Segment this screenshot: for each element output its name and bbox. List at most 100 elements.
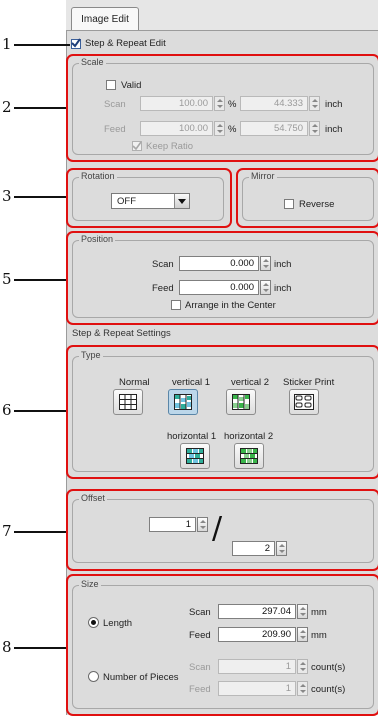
size-length-feed-field[interactable]: 209.90 [218, 627, 296, 642]
scale-scan-inch-spinner[interactable] [309, 96, 320, 111]
type-normal-label: Normal [119, 377, 150, 388]
scale-title: Scale [79, 57, 106, 67]
type-vertical1-label: vertical 1 [172, 377, 211, 388]
callout-7-leader [14, 531, 66, 533]
type-horizontal2-button[interactable] [234, 443, 264, 469]
offset-value2-spinner[interactable] [276, 541, 287, 556]
check-icon [132, 141, 142, 151]
position-title: Position [79, 234, 116, 244]
check-icon [71, 38, 81, 48]
offset-group [72, 499, 374, 563]
position-scan-spinner[interactable] [260, 256, 271, 271]
position-feed-label: Feed [152, 283, 174, 294]
size-pieces-feed-label: Feed [189, 684, 211, 695]
size-length-scan-spinner[interactable] [297, 604, 308, 619]
arrange-center-label: Arrange in the Center [185, 300, 276, 311]
keep-ratio-checkbox[interactable] [132, 141, 142, 151]
offset-divider: / [212, 511, 223, 546]
offset-value1-spinner[interactable] [197, 517, 208, 532]
callout-3: 3 [2, 187, 12, 205]
position-scan-unit: inch [274, 259, 292, 270]
type-sticker-print-button[interactable] [289, 389, 319, 415]
type-vertical2-button[interactable] [226, 389, 256, 415]
callout-7: 7 [2, 522, 12, 540]
scale-feed-inch-spinner[interactable] [309, 121, 320, 136]
keep-ratio-label: Keep Ratio [146, 141, 194, 152]
callout-5-leader [14, 279, 66, 281]
size-length-label: Length [103, 618, 133, 629]
size-length-scan-field[interactable]: 297.04 [218, 604, 296, 619]
grid-horizontal1-icon [186, 448, 204, 464]
size-number-of-pieces-label: Number of Pieces [103, 672, 179, 683]
callout-2: 2 [2, 98, 12, 116]
size-pieces-scan-spinner[interactable] [297, 659, 308, 674]
scale-feed-inch-field[interactable]: 54.750 [240, 121, 308, 136]
scale-feed-inch-unit: inch [325, 124, 343, 135]
size-length-feed-label: Feed [189, 630, 211, 641]
tab-image-edit[interactable]: Image Edit [71, 7, 139, 30]
sticker-print-icon [294, 394, 314, 410]
callout-6: 6 [2, 401, 12, 419]
type-title: Type [79, 350, 103, 360]
size-pieces-scan-unit: count(s) [311, 662, 346, 673]
size-pieces-feed-unit: count(s) [311, 684, 346, 695]
callout-3-leader [14, 196, 66, 198]
scale-scan-label: Scan [104, 99, 126, 110]
rotation-value: OFF [117, 196, 136, 207]
scale-feed-percent-spinner[interactable] [214, 121, 225, 136]
type-normal-button[interactable] [113, 389, 143, 415]
rotation-select[interactable]: OFF [111, 193, 190, 209]
size-length-feed-spinner[interactable] [297, 627, 308, 642]
grid-vertical2-icon [232, 394, 250, 410]
type-horizontal1-label: horizontal 1 [167, 431, 217, 442]
offset-value2-field[interactable]: 2 [232, 541, 275, 556]
size-length-radio[interactable] [88, 617, 99, 628]
grid-horizontal2-icon [240, 448, 258, 464]
callout-8: 8 [2, 638, 12, 656]
chevron-down-icon[interactable] [174, 194, 189, 208]
offset-title: Offset [79, 493, 107, 503]
callout-2-leader [14, 107, 66, 109]
position-feed-spinner[interactable] [260, 280, 271, 295]
size-length-scan-label: Scan [189, 607, 211, 618]
step-repeat-settings-title: Step & Repeat Settings [72, 328, 171, 339]
scale-valid-label: Valid [121, 80, 142, 91]
type-horizontal2-label: horizontal 2 [224, 431, 274, 442]
scale-valid-checkbox[interactable] [106, 80, 116, 90]
scale-feed-label: Feed [104, 124, 126, 135]
position-scan-label: Scan [152, 259, 174, 270]
scale-scan-percent-field[interactable]: 100.00 [140, 96, 213, 111]
grid-normal-icon [119, 394, 137, 410]
callout-5: 5 [2, 270, 12, 288]
scale-feed-percent-unit: % [228, 124, 237, 135]
reverse-label: Reverse [299, 199, 335, 210]
size-title: Size [79, 579, 101, 589]
type-sticker-print-label: Sticker Print [283, 377, 335, 388]
offset-value1-field[interactable]: 1 [149, 517, 196, 532]
step-repeat-edit-checkbox[interactable] [71, 38, 81, 49]
scale-scan-percent-spinner[interactable] [214, 96, 225, 111]
grid-vertical1-icon [174, 394, 192, 410]
callout-1: 1 [2, 35, 12, 53]
arrange-center-checkbox[interactable] [171, 300, 181, 310]
size-number-of-pieces-radio[interactable] [88, 671, 99, 682]
size-pieces-scan-field[interactable]: 1 [218, 659, 296, 674]
callout-1-leader [14, 44, 70, 46]
type-horizontal1-button[interactable] [180, 443, 210, 469]
reverse-checkbox[interactable] [284, 199, 294, 209]
size-pieces-feed-spinner[interactable] [297, 681, 308, 696]
scale-feed-percent-field[interactable]: 100.00 [140, 121, 213, 136]
step-repeat-edit-label: Step & Repeat Edit [85, 38, 166, 49]
size-length-feed-unit: mm [311, 630, 327, 641]
scale-scan-inch-unit: inch [325, 99, 343, 110]
position-scan-field[interactable]: 0.000 [179, 256, 259, 271]
position-feed-field[interactable]: 0.000 [179, 280, 259, 295]
tab-image-edit-label: Image Edit [81, 13, 129, 25]
type-vertical2-label: vertical 2 [231, 377, 270, 388]
position-feed-unit: inch [274, 283, 292, 294]
type-vertical1-button[interactable] [168, 389, 198, 415]
mirror-title: Mirror [249, 171, 277, 181]
rotation-title: Rotation [79, 171, 117, 181]
size-pieces-feed-field[interactable]: 1 [218, 681, 296, 696]
scale-scan-inch-field[interactable]: 44.333 [240, 96, 308, 111]
